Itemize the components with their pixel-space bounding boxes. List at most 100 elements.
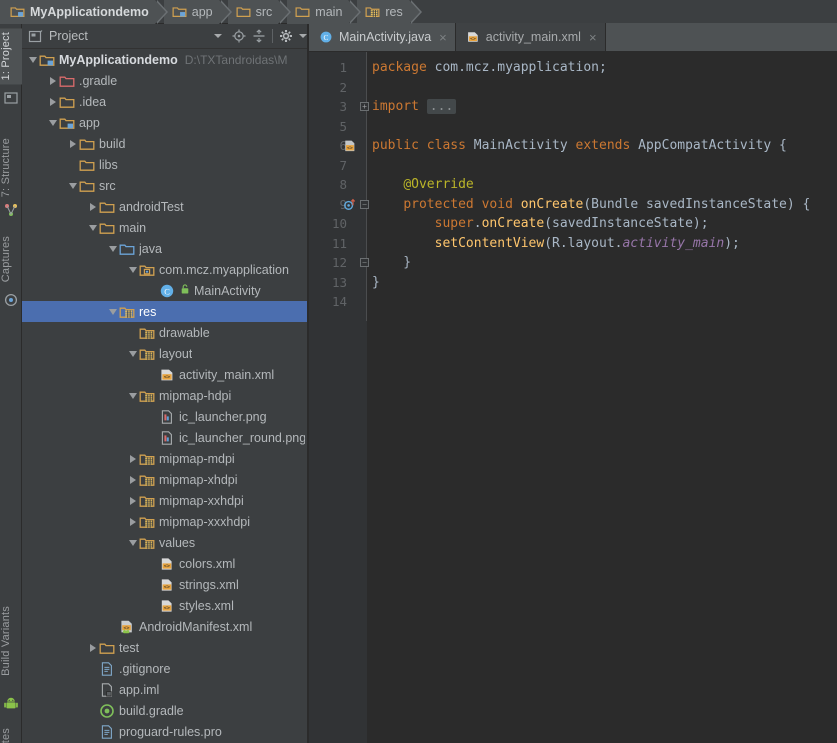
- tree-node[interactable]: <> activity_main.xml: [22, 364, 309, 385]
- project-icon[interactable]: [3, 90, 19, 106]
- chevron-down-icon[interactable]: [106, 301, 119, 322]
- captures-icon[interactable]: [3, 292, 19, 308]
- fold-collapse-icon[interactable]: −: [360, 258, 369, 268]
- tree-node[interactable]: libs: [22, 154, 309, 175]
- tree-node[interactable]: <> styles.xml: [22, 595, 309, 616]
- code-line[interactable]: 14: [309, 292, 837, 312]
- resource-folder-icon: [365, 4, 380, 19]
- tree-node[interactable]: layout: [22, 343, 309, 364]
- structure-icon[interactable]: [3, 202, 19, 218]
- tree-node[interactable]: androidTest: [22, 196, 309, 217]
- tree-node[interactable]: build: [22, 133, 309, 154]
- breadcrumb: MyApplicationdemo app src main res: [0, 0, 837, 24]
- tree-node[interactable]: .idea: [22, 91, 309, 112]
- tree-node[interactable]: proguard-rules.pro: [22, 721, 309, 742]
- tree-node[interactable]: java: [22, 238, 309, 259]
- tool-tab-build-variants[interactable]: Build Variants: [0, 602, 22, 680]
- code-line[interactable]: 2: [309, 78, 837, 98]
- chevron-down-icon[interactable]: [214, 34, 222, 38]
- fold-collapse-icon[interactable]: −: [360, 199, 369, 209]
- code-line[interactable]: 8 @Override: [309, 175, 837, 195]
- chevron-right-icon[interactable]: [46, 70, 59, 91]
- breadcrumb-item-src[interactable]: src: [227, 0, 291, 24]
- code-editor[interactable]: 1 package com.mcz.myapplication; 2 3 + import…: [309, 52, 837, 743]
- tree-node[interactable]: .gitignore: [22, 658, 309, 679]
- code-line[interactable]: 13}: [309, 273, 837, 293]
- chevron-right-icon[interactable]: [66, 133, 79, 154]
- breadcrumb-item-app[interactable]: app: [163, 0, 232, 24]
- chevron-down-icon[interactable]: [106, 238, 119, 259]
- tree-node[interactable]: com.mcz.myapplication: [22, 259, 309, 280]
- tree-node[interactable]: ic_launcher.png: [22, 406, 309, 427]
- tree-node[interactable]: mipmap-xxhdpi: [22, 490, 309, 511]
- code-line[interactable]: 10 super.onCreate(savedInstanceState);: [309, 214, 837, 234]
- tree-node[interactable]: mipmap-hdpi: [22, 385, 309, 406]
- code-line[interactable]: 11 setContentView(R.layout.activity_main…: [309, 234, 837, 254]
- chevron-down-icon[interactable]: [46, 112, 59, 133]
- settings-gear-icon[interactable]: [279, 29, 293, 43]
- chevron-down-icon[interactable]: [126, 532, 139, 553]
- tree-node[interactable]: MyApplicationdemo D:\TXTandroidas\M: [22, 49, 309, 70]
- tool-tab-project[interactable]: 1: Project: [0, 28, 22, 85]
- code-text: public class MainActivity extends AppCom…: [372, 138, 787, 154]
- tree-node[interactable]: <> colors.xml: [22, 553, 309, 574]
- code-line[interactable]: 7: [309, 156, 837, 176]
- chevron-down-icon[interactable]: [126, 343, 139, 364]
- scroll-from-source-icon[interactable]: [232, 29, 246, 43]
- chevron-right-icon[interactable]: [126, 448, 139, 469]
- chevron-down-icon[interactable]: [86, 217, 99, 238]
- fold-expand-icon[interactable]: +: [360, 102, 369, 112]
- android-icon[interactable]: [3, 696, 19, 712]
- tree-node[interactable]: .gradle: [22, 70, 309, 91]
- chevron-down-icon[interactable]: [66, 175, 79, 196]
- chevron-right-icon[interactable]: [86, 196, 99, 217]
- chevron-down-icon[interactable]: [126, 259, 139, 280]
- tree-node-label: main: [119, 220, 147, 235]
- folder-icon: [99, 199, 115, 215]
- tool-tab-favorites[interactable]: Favorites: [0, 724, 22, 743]
- code-line[interactable]: 9 − protected void onCreate(Bundle savedI…: [309, 195, 837, 215]
- tree-node[interactable]: app.iml: [22, 679, 309, 700]
- tree-node-selected[interactable]: res: [22, 301, 309, 322]
- breadcrumb-item-res[interactable]: res: [357, 0, 423, 24]
- tree-node[interactable]: values: [22, 532, 309, 553]
- tree-node[interactable]: mipmap-mdpi: [22, 448, 309, 469]
- tool-tab-captures[interactable]: Captures: [0, 232, 22, 286]
- close-icon[interactable]: ×: [439, 30, 447, 45]
- code-line[interactable]: 12 − }: [309, 253, 837, 273]
- chevron-right-icon[interactable]: [126, 490, 139, 511]
- chevron-right-icon[interactable]: [46, 91, 59, 112]
- chevron-right-icon[interactable]: [126, 469, 139, 490]
- tree-node[interactable]: main: [22, 217, 309, 238]
- settings-chevron-down-icon[interactable]: [299, 34, 307, 38]
- chevron-right-icon[interactable]: [86, 637, 99, 658]
- tree-node[interactable]: C MainActivity: [22, 280, 309, 301]
- tree-node[interactable]: src: [22, 175, 309, 196]
- tree-node[interactable]: ic_launcher_round.png: [22, 427, 309, 448]
- tree-node[interactable]: drawable: [22, 322, 309, 343]
- tree-node[interactable]: test: [22, 637, 309, 658]
- related-layout-icon[interactable]: <>: [343, 139, 357, 153]
- tree-node[interactable]: app: [22, 112, 309, 133]
- collapse-all-icon[interactable]: [252, 29, 266, 43]
- project-tree[interactable]: MyApplicationdemo D:\TXTandroidas\M .gradl…: [22, 49, 309, 743]
- tool-tab-structure[interactable]: 7: Structure: [0, 134, 22, 201]
- tree-node[interactable]: <> AndroidManifest.xml: [22, 616, 309, 637]
- tree-node[interactable]: <> strings.xml: [22, 574, 309, 595]
- override-method-icon[interactable]: [343, 197, 357, 211]
- editor-tab-activity_main-xml[interactable]: <> activity_main.xml ×: [455, 23, 606, 51]
- tree-node[interactable]: build.gradle: [22, 700, 309, 721]
- chevron-down-icon[interactable]: [126, 385, 139, 406]
- code-line[interactable]: 5: [309, 117, 837, 137]
- editor-tab-mainactivity-java[interactable]: C MainActivity.java ×: [309, 23, 456, 51]
- code-line[interactable]: 6 <> public class MainActivity extends App…: [309, 136, 837, 156]
- code-line[interactable]: 3 + import ...: [309, 97, 837, 117]
- chevron-down-icon[interactable]: [26, 49, 39, 70]
- tree-node[interactable]: mipmap-xxxhdpi: [22, 511, 309, 532]
- tree-node[interactable]: mipmap-xhdpi: [22, 469, 309, 490]
- code-line[interactable]: 1 package com.mcz.myapplication;: [309, 58, 837, 78]
- breadcrumb-item-myapplicationdemo[interactable]: MyApplicationdemo: [0, 0, 168, 24]
- breadcrumb-item-main[interactable]: main: [287, 0, 362, 24]
- chevron-right-icon[interactable]: [126, 511, 139, 532]
- close-icon[interactable]: ×: [589, 30, 597, 45]
